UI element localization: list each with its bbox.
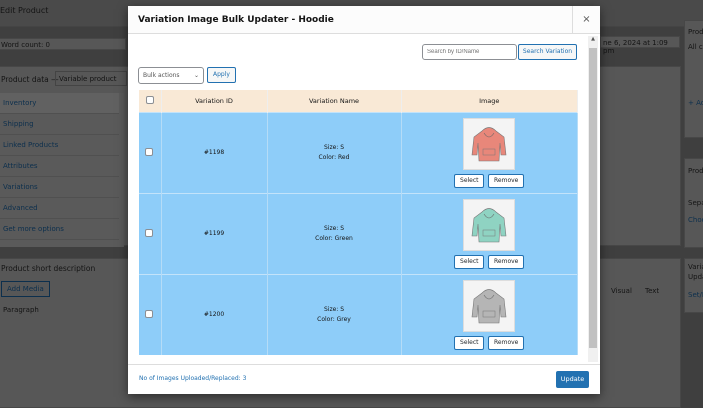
tab-inventory[interactable]: Inventory <box>0 93 119 114</box>
select-image-button[interactable]: Select <box>454 254 485 269</box>
visual-tab[interactable]: Visual <box>611 287 632 295</box>
variation-name: Size: S Color: Red <box>267 111 402 193</box>
hoodie-thumbnail <box>463 117 516 170</box>
paragraph-select[interactable]: Paragraph <box>3 306 39 314</box>
product-type-select[interactable]: Variable product <box>55 71 127 86</box>
tab-shipping[interactable]: Shipping <box>0 114 119 135</box>
table-row: #1200 Size: S Color: Grey Select Remove <box>139 273 578 355</box>
side-prod2: Prod <box>688 167 703 175</box>
variation-bulk-updater-modal: Variation Image Bulk Updater - Hoodie × … <box>128 6 600 394</box>
row-checkbox[interactable] <box>145 147 153 156</box>
modal-title: Variation Image Bulk Updater - Hoodie <box>138 15 334 25</box>
table-row: #1198 Size: S Color: Red Select Remove <box>139 111 578 193</box>
variation-id: #1198 <box>161 111 268 193</box>
scroll-up-icon[interactable]: ▲ <box>588 36 598 42</box>
variation-size: Size: S <box>323 225 345 232</box>
variation-id: #1200 <box>161 273 268 355</box>
variation-size: Size: S <box>323 144 345 151</box>
word-count: Word count: 0 <box>0 38 126 50</box>
table-row: #1199 Size: S Color: Green Select Remove <box>139 192 578 274</box>
select-all-checkbox[interactable] <box>145 95 154 104</box>
row-checkbox[interactable] <box>145 228 153 237</box>
tab-variations[interactable]: Variations <box>0 177 119 198</box>
side-all: All c <box>688 43 703 52</box>
hoodie-thumbnail <box>463 279 516 332</box>
hoodie-thumbnail <box>463 198 516 251</box>
side-varia: Varia <box>688 263 703 271</box>
bulk-actions-label: Bulk actions <box>143 72 180 79</box>
variation-name: Size: S Color: Grey <box>267 273 402 355</box>
text-tab[interactable]: Text <box>645 287 659 295</box>
close-button[interactable]: × <box>572 6 600 34</box>
side-choo-link[interactable]: Choo <box>688 212 703 230</box>
scrollbar-thumb[interactable] <box>589 48 597 348</box>
short-description-heading: Product short description <box>1 264 96 273</box>
variation-id: #1199 <box>161 192 268 274</box>
row-checkbox[interactable] <box>145 309 153 318</box>
variations-table: Variation ID Variation Name Image #1198 … <box>139 90 578 355</box>
remove-image-button[interactable]: Remove <box>488 335 525 350</box>
side-sepa: Sepa <box>688 198 703 207</box>
product-data-label: Product data — <box>1 75 59 84</box>
variation-image-cell: Select Remove <box>401 192 578 274</box>
select-image-button[interactable]: Select <box>454 335 485 350</box>
table-header: Variation ID Variation Name Image <box>139 90 578 112</box>
variation-color: Color: Grey <box>317 316 351 324</box>
modal-scrollbar[interactable]: ▲ <box>588 36 598 362</box>
remove-image-button[interactable]: Remove <box>488 254 525 269</box>
variation-color: Color: Green <box>315 235 353 242</box>
images-uploaded-status: No of Images Uploaded/Replaced: 3 <box>139 375 247 382</box>
col-variation-id: Variation ID <box>161 90 268 112</box>
variation-size: Size: S <box>323 306 345 314</box>
variation-image-cell: Select Remove <box>401 273 578 355</box>
variation-name: Size: S Color: Green <box>267 192 402 274</box>
apply-button[interactable]: Apply <box>207 67 236 83</box>
published-date: ne 6, 2024 at 1:09 pm <box>600 36 680 55</box>
hoodie-image <box>471 126 507 161</box>
hoodie-image <box>471 288 507 324</box>
tab-linked-products[interactable]: Linked Products <box>0 135 119 156</box>
variation-image-cell: Select Remove <box>401 111 578 193</box>
bulk-actions-select[interactable]: Bulk actions ⌄ <box>138 67 204 84</box>
search-input[interactable] <box>422 44 517 60</box>
search-variation-button[interactable]: Search Variation <box>518 44 577 60</box>
add-media-button[interactable]: Add Media <box>1 281 50 297</box>
page-title: Edit Product <box>0 6 49 15</box>
col-image: Image <box>401 90 578 112</box>
side-upda: Upda <box>688 272 703 281</box>
side-set-link[interactable]: Set/R <box>688 291 703 301</box>
variation-color: Color: Red <box>318 154 350 161</box>
hoodie-image <box>471 207 507 242</box>
tab-attributes[interactable]: Attributes <box>0 156 119 177</box>
side-prod: Prod <box>688 28 703 36</box>
select-image-button[interactable]: Select <box>454 173 485 188</box>
tab-get-more-options[interactable]: Get more options <box>0 219 119 240</box>
chevron-down-icon: ⌄ <box>193 72 199 79</box>
col-variation-name: Variation Name <box>267 90 402 112</box>
remove-image-button[interactable]: Remove <box>488 173 525 188</box>
tab-advanced[interactable]: Advanced <box>0 198 119 219</box>
update-button[interactable]: Update <box>556 371 589 388</box>
side-add-link[interactable]: + Ad <box>688 96 703 111</box>
